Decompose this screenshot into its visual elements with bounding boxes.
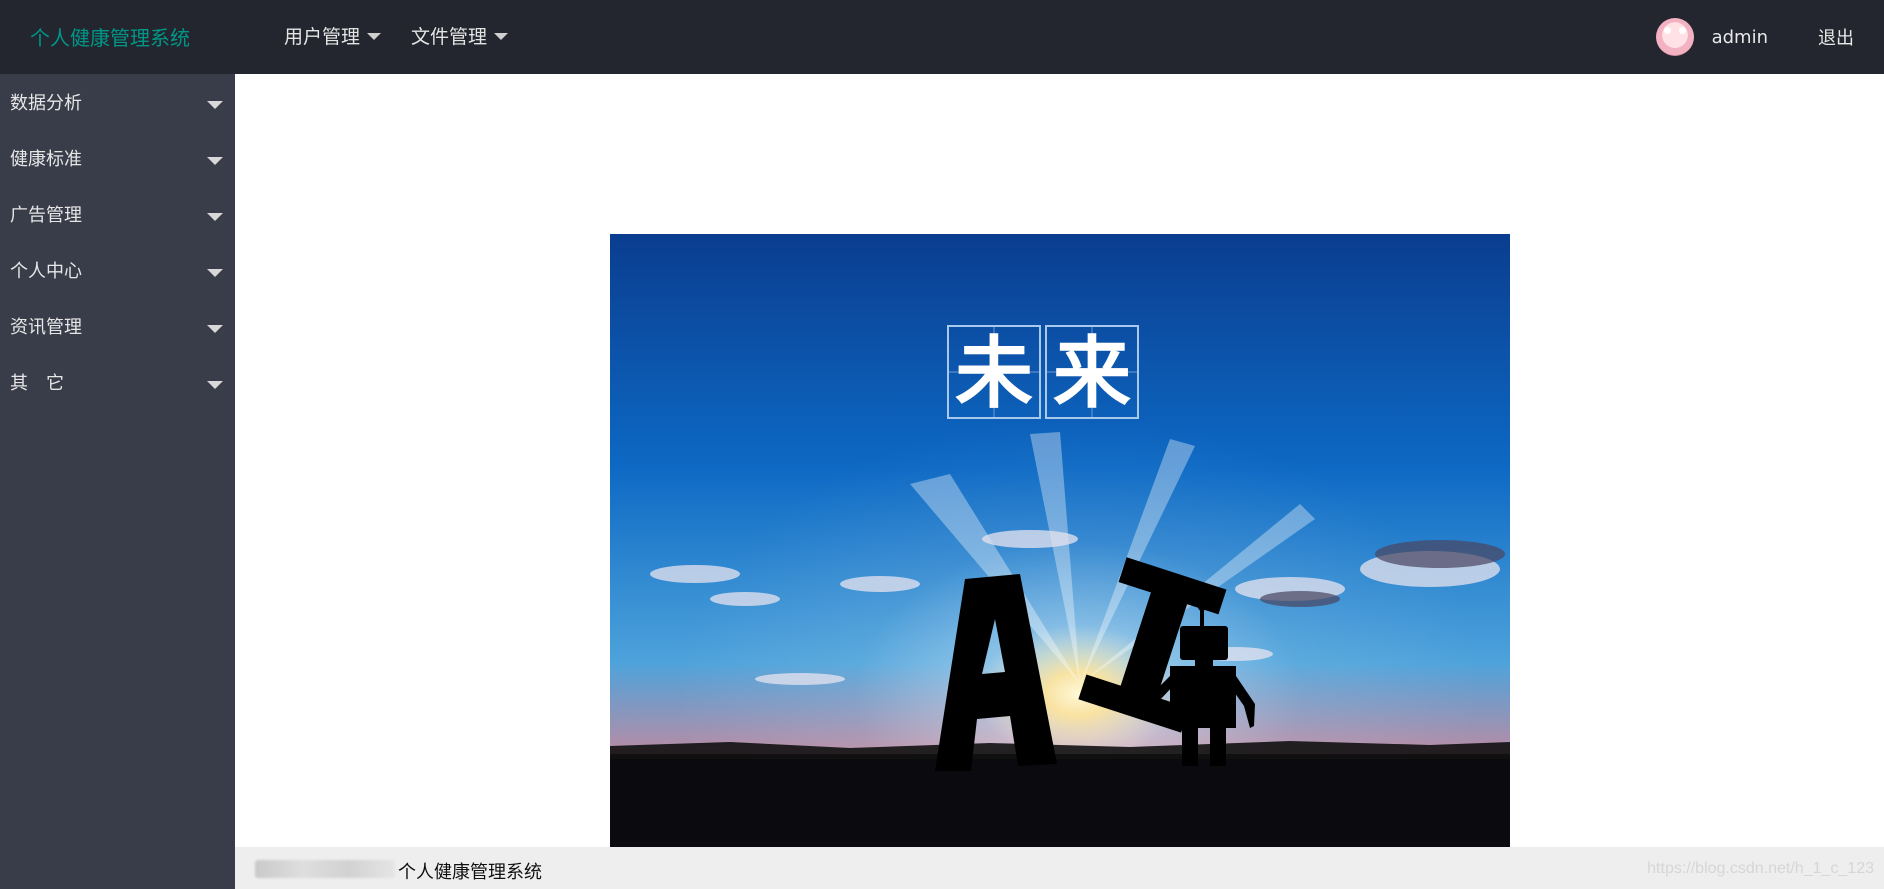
hero-image: 未 来 [610,234,1510,847]
sidebar-item-health-standards[interactable]: 健康标准 [0,130,235,186]
sidebar-item-ad-management[interactable]: 广告管理 [0,186,235,242]
blurred-text [255,860,395,878]
nav-user-management-label: 用户管理 [284,26,361,48]
username[interactable]: admin [1712,27,1768,48]
chevron-down-icon [207,101,223,109]
chevron-down-icon [494,33,509,40]
footer: 个人健康管理系统 https://blog.csdn.net/h_1_c_123 [235,847,1884,889]
chevron-down-icon [207,213,223,221]
sidebar-item-personal-center[interactable]: 个人中心 [0,242,235,298]
sidebar-item-label: 其 它 [10,373,64,394]
nav-user-management[interactable]: 用户管理 [284,22,382,49]
sidebar-item-label: 资讯管理 [10,317,82,338]
title-char-lai: 来 [1053,329,1131,419]
user-area: admin 退出 [1655,18,1854,56]
chevron-down-icon [207,381,223,389]
chevron-down-icon [367,33,382,40]
sidebar-item-data-analysis[interactable]: 数据分析 [0,74,235,130]
avatar[interactable] [1655,18,1694,56]
sidebar-item-label: 数据分析 [10,93,82,114]
footer-text: 个人健康管理系统 [398,862,542,883]
sidebar-item-label: 健康标准 [10,149,82,170]
sidebar-item-label: 广告管理 [10,205,82,226]
app-title[interactable]: 个人健康管理系统 [30,22,190,51]
top-navbar: 个人健康管理系统 用户管理 文件管理 admin 退出 [0,0,1884,74]
watermark: https://blog.csdn.net/h_1_c_123 [1647,860,1874,877]
future-ai-illustration: 未 来 [610,234,1510,847]
top-nav: 用户管理 文件管理 [284,22,509,49]
title-char-wei: 未 [955,329,1033,419]
sidebar-item-label: 个人中心 [10,261,82,282]
nav-file-management[interactable]: 文件管理 [411,22,509,49]
chevron-down-icon [207,269,223,277]
sidebar-item-news-management[interactable]: 资讯管理 [0,298,235,354]
chevron-down-icon [207,325,223,333]
nav-file-management-label: 文件管理 [411,26,488,48]
chevron-down-icon [207,157,223,165]
logout-link[interactable]: 退出 [1818,24,1854,50]
sidebar-item-other[interactable]: 其 它 [0,354,235,410]
sidebar: 数据分析 健康标准 广告管理 个人中心 资讯管理 其 它 [0,74,235,889]
